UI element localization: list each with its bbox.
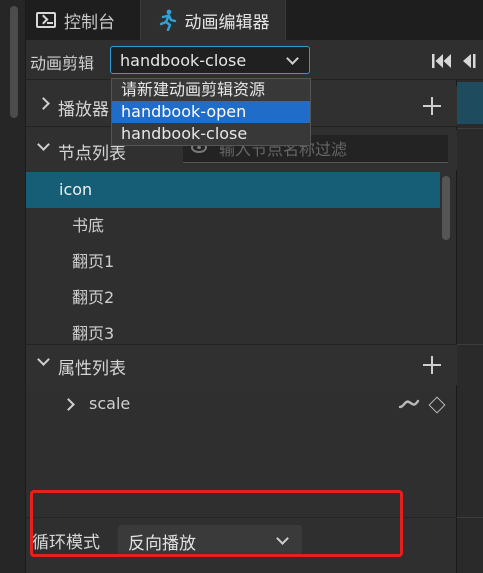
players-label: 播放器: [58, 100, 109, 120]
terminal-icon: [36, 12, 56, 28]
properties-label: 属性列表: [58, 359, 126, 379]
dropdown-option-handbook-open[interactable]: handbook-open: [112, 101, 310, 123]
tab-console-label: 控制台: [64, 12, 115, 33]
node-item-label: 书底: [72, 216, 105, 235]
keyframe-diamond-icon[interactable]: [428, 396, 446, 414]
add-property-button[interactable]: [423, 356, 441, 374]
curve-icon[interactable]: [398, 398, 420, 410]
prev-frame-icon[interactable]: [461, 53, 481, 69]
properties-section-header[interactable]: 属性列表: [26, 344, 457, 385]
chevron-down-icon: [37, 138, 50, 151]
running-figure-icon: [159, 9, 176, 31]
chevron-down-icon: [286, 52, 299, 65]
clip-dropdown-menu: 请新建动画剪辑资源 handbook-open handbook-close: [111, 78, 311, 146]
clip-label: 动画剪辑: [30, 54, 95, 73]
tab-animation-editor-label: 动画编辑器: [184, 12, 270, 33]
clip-select[interactable]: handbook-close: [110, 46, 310, 74]
node-item-label: icon: [59, 180, 93, 199]
node-item-label: 翻页3: [72, 324, 115, 343]
node-item[interactable]: 翻页3: [26, 316, 440, 344]
node-item-label: 翻页1: [72, 252, 115, 271]
outer-scrollbar[interactable]: [0, 0, 26, 573]
tab-animation-editor[interactable]: 动画编辑器: [140, 0, 286, 40]
dropdown-option-new-clip[interactable]: 请新建动画剪辑资源: [112, 79, 310, 101]
node-item-label: 翻页2: [72, 288, 115, 307]
timeline-strip[interactable]: [457, 0, 483, 573]
add-player-button[interactable]: [423, 97, 441, 115]
clip-select-value: handbook-close: [120, 51, 247, 70]
property-label: scale: [89, 394, 131, 413]
timeline-divider: [457, 517, 483, 518]
timeline-divider: [457, 344, 483, 345]
clip-row: 动画剪辑 handbook-close: [26, 40, 483, 80]
node-list-scrollbar[interactable]: [442, 176, 450, 240]
tab-console[interactable]: 控制台: [36, 0, 115, 40]
timeline-track[interactable]: [457, 82, 483, 124]
node-item-icon[interactable]: icon: [26, 172, 440, 208]
timeline-divider: [457, 128, 483, 129]
tab-bar: 控制台 动画编辑器: [26, 0, 483, 40]
chevron-right-icon[interactable]: [62, 398, 75, 411]
outer-scrollbar-thumb[interactable]: [10, 6, 18, 118]
node-item[interactable]: 翻页1: [26, 244, 440, 280]
dropdown-option-handbook-close[interactable]: handbook-close: [112, 123, 310, 145]
property-row-scale[interactable]: scale: [26, 386, 457, 422]
highlight-annotation-box: [30, 490, 403, 557]
node-item[interactable]: 书底: [26, 208, 440, 244]
node-list: icon 书底 翻页1 翻页2 翻页3: [26, 170, 442, 344]
first-frame-icon[interactable]: [431, 53, 453, 69]
node-item[interactable]: 翻页2: [26, 280, 440, 316]
chevron-right-icon: [37, 97, 50, 110]
chevron-down-icon: [37, 353, 50, 366]
